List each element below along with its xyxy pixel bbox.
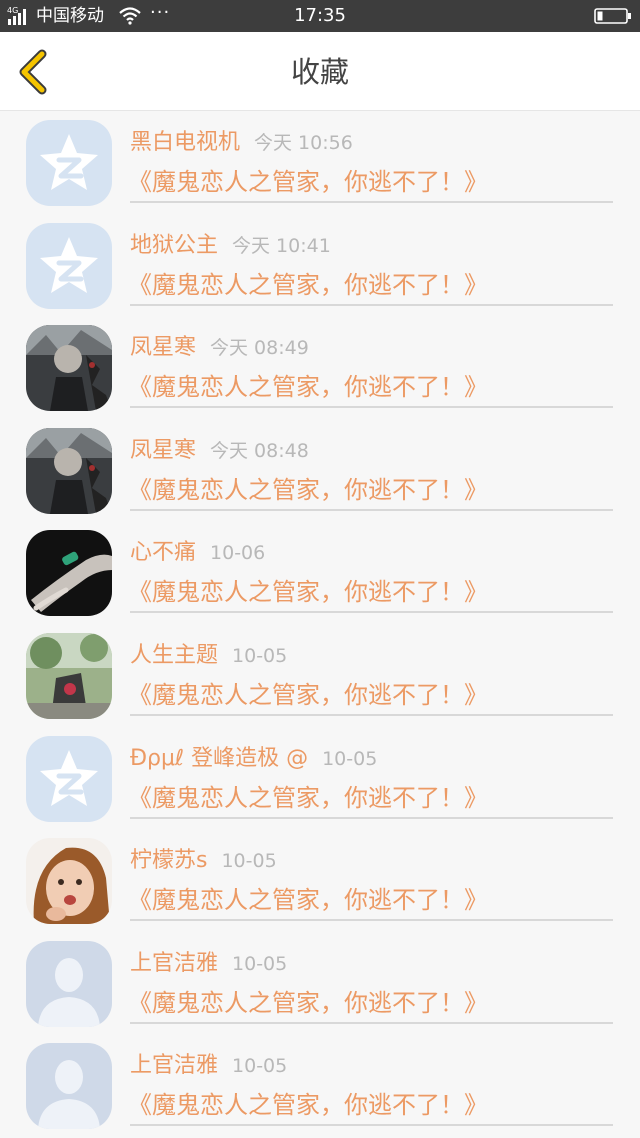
battery-icon: [594, 8, 631, 24]
book-title[interactable]: 《魔鬼恋人之管家，你逃不了！》: [128, 1089, 488, 1121]
user-name[interactable]: 上官洁雅: [130, 951, 218, 976]
divider: [130, 1124, 613, 1127]
item-header: 凤星寒 今天 08:49: [130, 333, 309, 363]
timestamp: 今天 10:41: [232, 234, 331, 257]
timestamp: 10-05: [221, 850, 277, 873]
avatar[interactable]: [26, 1043, 112, 1130]
list-item[interactable]: 上官洁雅 10-05 《魔鬼恋人之管家，你逃不了！》: [0, 1033, 640, 1136]
book-title[interactable]: 《魔鬼恋人之管家，你逃不了！》: [128, 782, 488, 814]
user-name[interactable]: 凤星寒: [130, 438, 196, 463]
timestamp: 10-06: [210, 542, 266, 565]
book-title[interactable]: 《魔鬼恋人之管家，你逃不了！》: [128, 166, 488, 198]
divider: [130, 1021, 613, 1024]
item-header: 人生主题 10-05: [130, 641, 287, 671]
list-item[interactable]: 凤星寒 今天 08:49 《魔鬼恋人之管家，你逃不了！》: [0, 315, 640, 418]
divider: [130, 919, 613, 922]
header-bar: 收藏: [0, 32, 640, 111]
user-name[interactable]: 心不痛: [130, 540, 196, 565]
avatar[interactable]: [26, 427, 112, 514]
divider: [130, 201, 613, 203]
timestamp: 10-05: [232, 1055, 288, 1078]
book-title[interactable]: 《魔鬼恋人之管家，你逃不了！》: [128, 884, 488, 916]
list-item[interactable]: Ðρμℓ 登峰造极 @ 10-05 《魔鬼恋人之管家，你逃不了！》: [0, 726, 640, 829]
divider: [130, 508, 613, 511]
avatar[interactable]: [26, 120, 112, 206]
book-title[interactable]: 《魔鬼恋人之管家，你逃不了！》: [128, 371, 488, 403]
item-header: 上官洁雅 10-05: [130, 949, 287, 979]
status-time: 17:35: [294, 5, 346, 26]
item-header: Ðρμℓ 登峰造极 @ 10-05: [130, 744, 377, 774]
list-item[interactable]: 凤星寒 今天 08:48 《魔鬼恋人之管家，你逃不了！》: [0, 418, 640, 521]
user-name[interactable]: Ðρμℓ 登峰造极 @: [130, 746, 308, 771]
list-item[interactable]: 心不痛 10-06 《魔鬼恋人之管家，你逃不了！》: [0, 520, 640, 623]
avatar[interactable]: [26, 530, 112, 617]
user-name[interactable]: 人生主题: [130, 643, 218, 668]
item-header: 心不痛 10-06: [130, 538, 265, 568]
book-title[interactable]: 《魔鬼恋人之管家，你逃不了！》: [128, 679, 488, 711]
timestamp: 10-05: [232, 644, 288, 667]
list-item[interactable]: 上官洁雅 10-05 《魔鬼恋人之管家，你逃不了！》: [0, 931, 640, 1034]
user-name[interactable]: 地狱公主: [130, 233, 218, 258]
timestamp: 10-05: [322, 747, 378, 770]
item-header: 柠檬苏s 10-05: [130, 846, 277, 876]
avatar[interactable]: [26, 222, 112, 309]
divider: [130, 303, 613, 306]
avatar[interactable]: [26, 838, 112, 925]
timestamp: 今天 10:56: [254, 132, 353, 154]
avatar[interactable]: [26, 325, 112, 412]
divider: [130, 816, 613, 819]
book-title[interactable]: 《魔鬼恋人之管家，你逃不了！》: [128, 474, 488, 506]
timestamp: 10-05: [232, 952, 288, 975]
favorites-list: 黑白电视机 今天 10:56 《魔鬼恋人之管家，你逃不了！》 地狱公主 今天 10:41…: [0, 110, 640, 1136]
user-name[interactable]: 凤星寒: [130, 335, 196, 360]
item-header: 上官洁雅 10-05: [130, 1051, 287, 1081]
item-header: 凤星寒 今天 08:48: [130, 436, 309, 466]
item-header: 黑白电视机 今天 10:56: [130, 128, 353, 158]
user-name[interactable]: 上官洁雅: [130, 1053, 218, 1078]
list-item[interactable]: 人生主题 10-05 《魔鬼恋人之管家，你逃不了！》: [0, 623, 640, 726]
book-title[interactable]: 《魔鬼恋人之管家，你逃不了！》: [128, 269, 488, 301]
item-header: 地狱公主 今天 10:41: [130, 231, 331, 261]
list-item[interactable]: 黑白电视机 今天 10:56 《魔鬼恋人之管家，你逃不了！》: [0, 110, 640, 213]
timestamp: 今天 08:49: [210, 337, 309, 360]
user-name[interactable]: 柠檬苏s: [130, 848, 207, 873]
divider: [130, 611, 613, 614]
list-item[interactable]: 地狱公主 今天 10:41 《魔鬼恋人之管家，你逃不了！》: [0, 213, 640, 316]
book-title[interactable]: 《魔鬼恋人之管家，你逃不了！》: [128, 576, 488, 608]
divider: [130, 406, 613, 409]
timestamp: 今天 08:48: [210, 439, 309, 462]
user-name[interactable]: 黑白电视机: [130, 130, 240, 155]
avatar[interactable]: [26, 632, 112, 719]
list-item[interactable]: 柠檬苏s 10-05 《魔鬼恋人之管家，你逃不了！》: [0, 828, 640, 931]
avatar[interactable]: [26, 940, 112, 1027]
divider: [130, 713, 613, 716]
avatar[interactable]: [26, 735, 112, 822]
book-title[interactable]: 《魔鬼恋人之管家，你逃不了！》: [128, 987, 488, 1019]
status-bar: 4G 中国移动 ··· 17:35: [0, 0, 640, 32]
page-title: 收藏: [290, 55, 349, 89]
